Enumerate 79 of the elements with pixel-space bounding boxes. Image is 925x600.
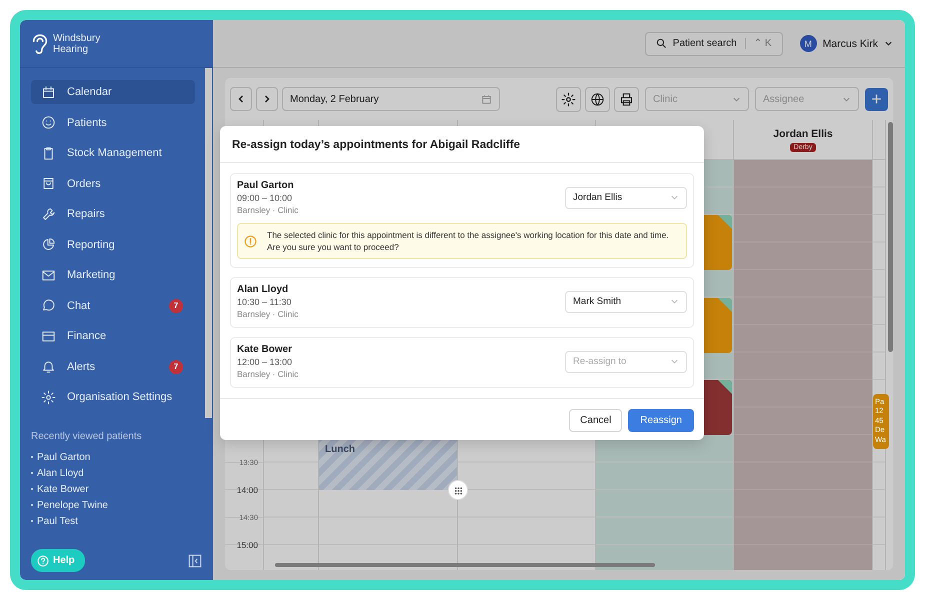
warning-icon (244, 234, 257, 248)
nav-item[interactable]: Orders (31, 172, 195, 196)
notification-badge: 7 (169, 298, 183, 312)
add-button[interactable]: + (865, 88, 888, 110)
appointment-location: Barnsley · Clinic (237, 205, 298, 215)
scrollbar[interactable] (888, 122, 893, 352)
shopping-bag-icon (41, 176, 56, 191)
patient-search-button[interactable]: Patient search ⌃ K (644, 32, 783, 56)
chevron-down-icon[interactable] (884, 39, 893, 48)
settings-button[interactable] (556, 86, 581, 112)
collapse-sidebar-icon[interactable] (188, 554, 202, 568)
globe-icon (590, 92, 605, 106)
nav-item[interactable]: Organisation Settings (31, 385, 195, 409)
calendar-icon (41, 84, 56, 100)
patient-name: Kate Bower (237, 344, 294, 355)
user-avatar[interactable]: M (800, 35, 817, 52)
nav-item[interactable]: Chat 7 (31, 294, 195, 318)
pie-chart-icon (41, 237, 56, 252)
credit-card-icon (41, 328, 56, 344)
recent-patient-link[interactable]: Paul Test (37, 516, 78, 526)
date-picker-field[interactable]: Monday, 2 February (282, 87, 500, 111)
search-icon (656, 38, 667, 49)
scrollbar[interactable] (275, 563, 655, 567)
time-label: 15:00 (236, 540, 258, 550)
appointment-time: 10:30 – 11:30 (237, 297, 292, 307)
calendar-icon (481, 94, 492, 104)
patient-name: Alan Lloyd (237, 284, 290, 295)
nav-item[interactable]: Patients (31, 110, 195, 134)
cancel-button[interactable]: Cancel (569, 409, 622, 432)
drag-handle-icon[interactable] (448, 480, 468, 500)
chevron-down-icon (670, 193, 679, 202)
print-button[interactable] (614, 86, 639, 112)
nav-item[interactable]: Alerts 7 (31, 354, 195, 378)
wrench-icon (41, 206, 56, 222)
globe-button[interactable] (585, 86, 610, 112)
smiley-icon (41, 115, 56, 130)
bell-icon (41, 359, 56, 374)
notification-badge: 7 (169, 360, 183, 374)
previous-day-button[interactable] (230, 87, 252, 111)
settings-icon (561, 92, 576, 106)
speech-bubble-icon (41, 298, 56, 313)
dots-icon (454, 486, 462, 494)
brand-name: Windsbury (53, 32, 100, 44)
assignee-select[interactable]: Mark Smith (565, 290, 687, 312)
chevron-down-icon (670, 357, 679, 366)
recent-patient-link[interactable]: Paul Garton (37, 452, 90, 462)
nav-item[interactable]: Reporting (31, 232, 195, 256)
section-heading: Recently viewed patients (31, 431, 143, 442)
reassign-button[interactable]: Reassign (628, 409, 694, 432)
scrollbar[interactable] (205, 68, 212, 418)
nav-item[interactable]: Calendar (31, 80, 195, 104)
brand-name: Hearing (53, 44, 90, 54)
settings-icon (41, 390, 56, 404)
column-header: Jordan Ellis (773, 128, 833, 140)
chevron-right-icon (262, 94, 272, 104)
printer-icon (619, 92, 634, 106)
appointment-time: 12:00 – 13:00 (237, 357, 294, 367)
nav-item[interactable]: Finance (31, 324, 195, 348)
chevron-down-icon (670, 297, 679, 306)
ear-logo-icon (31, 32, 49, 56)
dialog-title: Re-assign today’s appointments for Abigail Radcliffe (220, 126, 704, 163)
user-name[interactable]: Marcus Kirk (822, 38, 878, 50)
chevron-left-icon (236, 94, 246, 104)
patient-name: Paul Garton (237, 180, 295, 191)
warning-text: The selected clinic for this appointment is different to the assignee's working location for this date and time. Are you sure you want to proceed? (267, 229, 670, 253)
appointment-location: Barnsley · Clinic (237, 309, 298, 319)
recent-patient-link[interactable]: Alan Lloyd (37, 468, 84, 478)
recent-patient-link[interactable]: Kate Bower (37, 484, 89, 494)
nav-item[interactable]: Repairs (31, 202, 195, 226)
appointment-time: 09:00 – 10:00 (237, 193, 294, 203)
recent-patient-link[interactable]: Penelope Twine (37, 500, 108, 510)
time-label: 14:00 (236, 485, 258, 495)
nav-item[interactable]: Stock Management (31, 141, 195, 165)
nav-item[interactable]: Marketing (31, 263, 195, 287)
appointment-location: Barnsley · Clinic (237, 369, 298, 379)
help-icon (37, 554, 49, 566)
next-day-button[interactable] (256, 87, 278, 111)
envelope-icon (41, 268, 56, 282)
assignee-select[interactable]: Jordan Ellis (565, 186, 687, 208)
